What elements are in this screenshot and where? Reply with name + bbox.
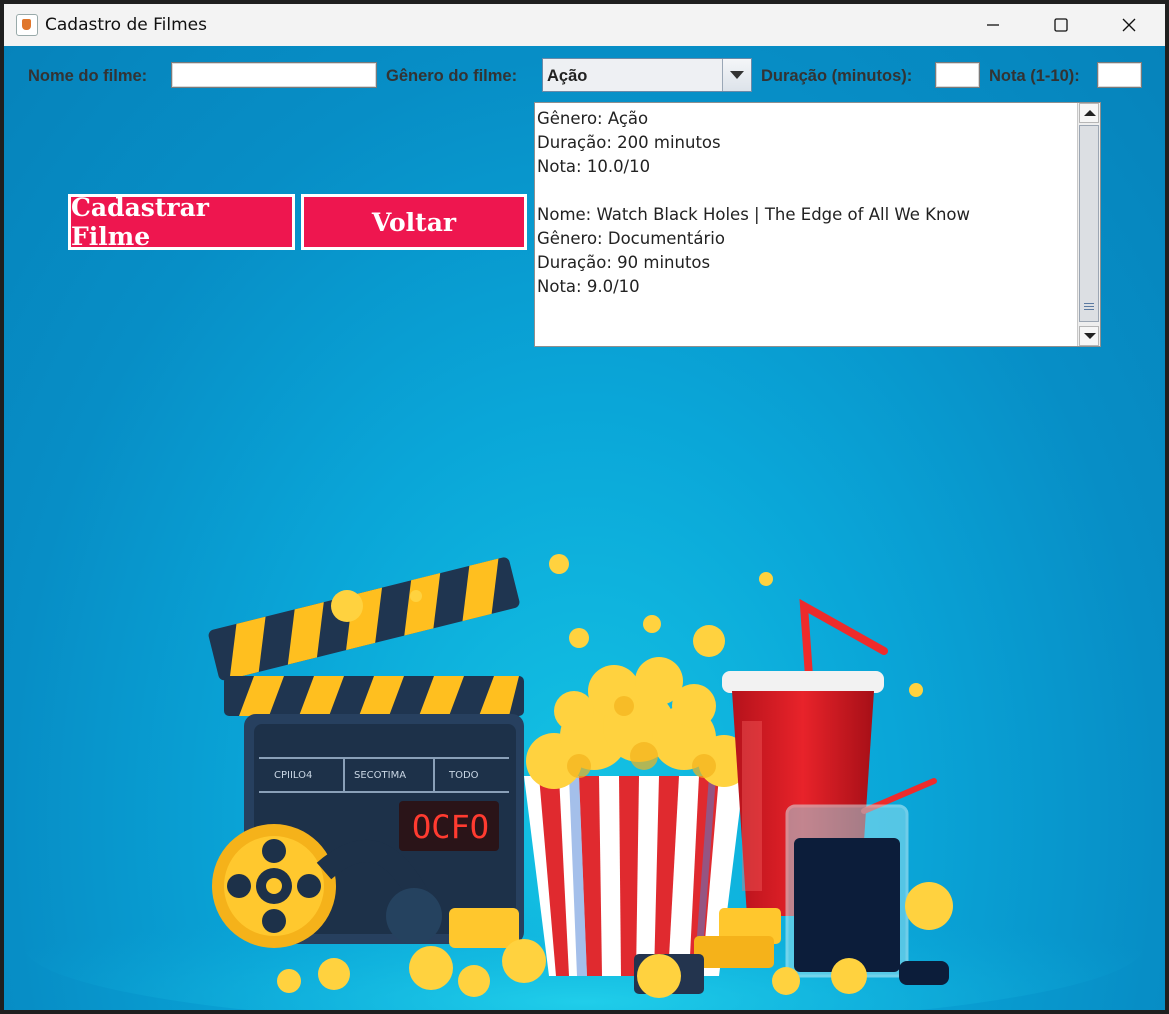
clapper-label-1: CPIILO4 [274, 770, 312, 781]
maximize-button[interactable] [1027, 4, 1095, 46]
movie-list-textarea[interactable]: Gênero: Ação Duração: 200 minutos Nota: … [534, 102, 1101, 347]
popcorn-bucket-icon [524, 657, 750, 976]
sunglasses-icon [899, 961, 949, 985]
clapper-label-2: SECOTIMA [354, 770, 406, 781]
genero-select[interactable]: Ação [542, 58, 752, 92]
clapper-label-3: TODO [448, 770, 479, 781]
chevron-down-icon[interactable] [722, 59, 751, 91]
cinema-illustration: CPIILO4 SECOTIMA TODO OCFO [24, 554, 1144, 1010]
scrollbar-thumb[interactable] [1079, 125, 1099, 322]
movie-list-text: Gênero: Ação Duração: 200 minutos Nota: … [537, 109, 971, 296]
nota-input[interactable] [1097, 62, 1142, 88]
content-panel: Nome do filme: Gênero do filme: Ação Dur… [4, 46, 1165, 1010]
maximize-icon [1054, 18, 1068, 32]
voltar-button[interactable]: Voltar [301, 194, 527, 250]
grip-icon [1084, 301, 1094, 311]
duracao-input[interactable] [935, 62, 980, 88]
scroll-up-icon[interactable] [1079, 103, 1099, 123]
genero-selected-value: Ação [547, 67, 588, 85]
nome-input[interactable] [171, 62, 377, 88]
genero-label: Gênero do filme: [386, 67, 518, 85]
nota-label: Nota (1-10): [989, 67, 1080, 85]
application-window: Cadastro de Filmes Nome do filme: Gênero… [4, 4, 1165, 1010]
vertical-scrollbar[interactable] [1077, 103, 1100, 346]
close-icon [1122, 18, 1136, 32]
java-app-icon [16, 14, 38, 36]
duracao-label: Duração (minutos): [761, 67, 913, 85]
nome-label: Nome do filme: [28, 67, 148, 85]
window-title: Cadastro de Filmes [45, 15, 207, 35]
scroll-down-icon[interactable] [1079, 326, 1099, 346]
clapper-screen-text: OCFO [412, 808, 489, 846]
minimize-button[interactable] [959, 4, 1027, 46]
title-bar[interactable]: Cadastro de Filmes [4, 4, 1165, 46]
minimize-icon [987, 24, 999, 26]
close-button[interactable] [1095, 4, 1163, 46]
cadastrar-filme-button[interactable]: Cadastrar Filme [68, 193, 295, 251]
